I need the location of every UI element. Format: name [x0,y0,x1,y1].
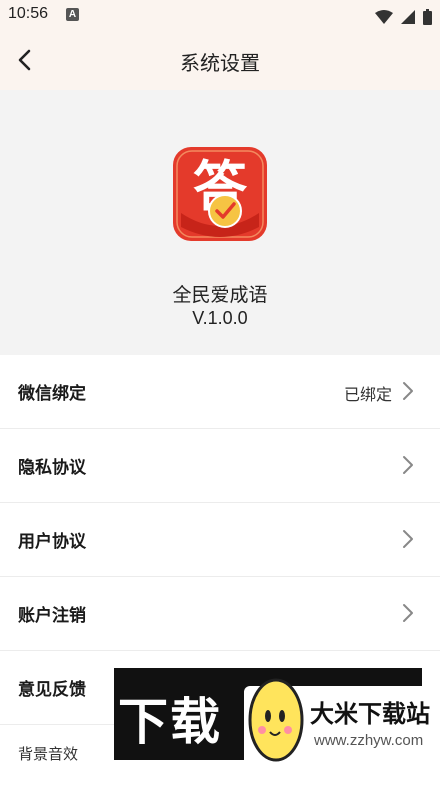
chevron-right-icon [403,604,413,622]
app-version: V.1.0.0 [192,308,248,328]
settings-item-user-agreement[interactable]: 用户协议 [0,503,440,577]
watermark-brand: 大米下载站 [310,700,430,728]
app-logo-icon: 答 [173,147,267,241]
wifi-icon [374,9,393,24]
notification-badge-icon: A [66,8,79,21]
status-bar: 10:56 A [0,0,440,30]
status-icons [372,6,432,25]
rice-mascot-icon [248,678,304,762]
watermark-dark-text: 下载 [118,693,222,751]
status-time: 10:56 [8,5,49,22]
watermark: 下载 大米下载站 www.zzhyw.com [114,668,440,770]
settings-item-privacy-policy[interactable]: 隐私协议 [0,429,440,503]
chevron-right-icon [403,456,413,474]
watermark-url: www.zzhyw.com [314,732,424,749]
settings-item-account-deletion[interactable]: 账户注销 [0,577,440,651]
battery-icon [423,8,432,25]
app-name: 全民爱成语 [172,284,268,306]
page-title: 系统设置 [180,51,260,75]
settings-item-label: 背景音效 [18,745,79,763]
settings-item-label: 隐私协议 [18,458,86,478]
settings-item-label: 微信绑定 [18,384,86,404]
chevron-right-icon [403,530,413,548]
watermark-logo-panel: 大米下载站 www.zzhyw.com [244,678,440,770]
app-info-header: 答 全民爱成语 V.1.0.0 [0,90,440,355]
settings-item-label: 意见反馈 [18,680,86,700]
binding-status: 已绑定 [343,385,392,404]
settings-item-wechat-binding[interactable]: 微信绑定 已绑定 [0,355,440,429]
settings-item-label: 用户协议 [18,532,86,552]
title-bar: 系统设置 [0,30,440,90]
chevron-right-icon [403,382,413,400]
settings-item-label: 账户注销 [18,606,86,626]
signal-icon [400,9,415,24]
